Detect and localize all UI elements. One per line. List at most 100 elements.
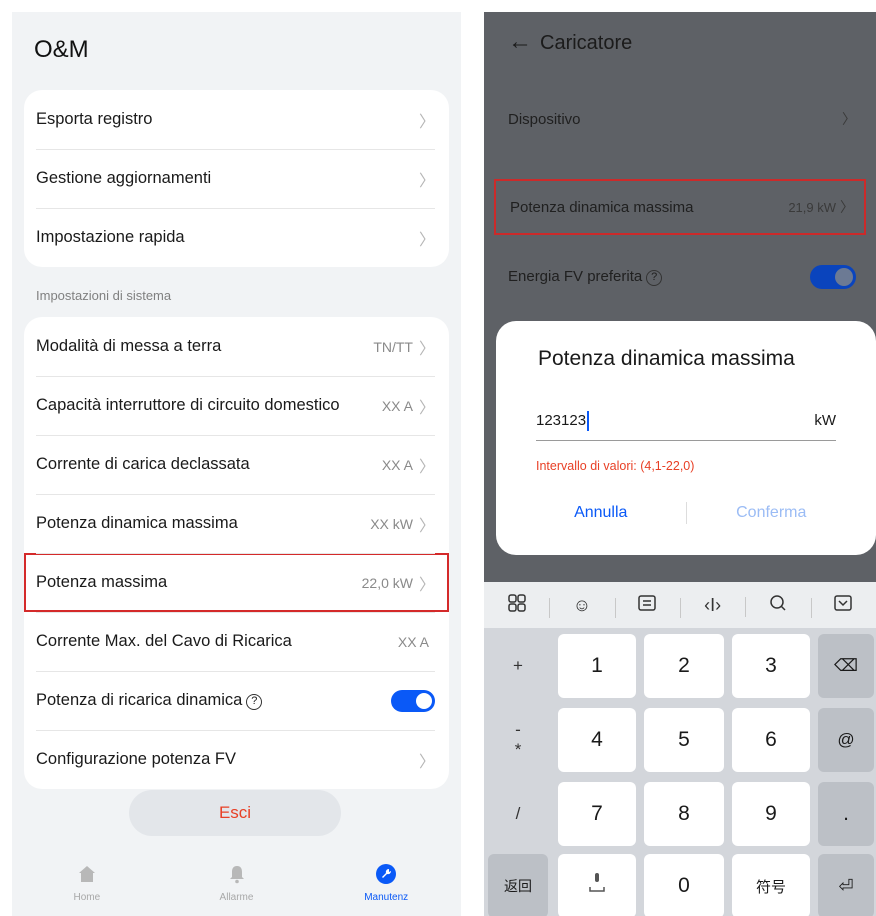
chevron-right-icon: 〉	[418, 576, 435, 594]
key-microphone[interactable]	[558, 854, 636, 916]
row-modalita-messa-a-terra[interactable]: Modalità di messa a terra TN/TT 〉	[24, 317, 449, 376]
chevron-right-icon: 〉	[842, 111, 856, 127]
preferred-pv-energy-toggle[interactable]	[810, 265, 856, 289]
row-label: Potenza dinamica massima	[36, 514, 238, 532]
key-9[interactable]: 9	[732, 782, 810, 846]
numeric-keyboard: + - * / 返回 1 2 3 4 5 6 7 8 9 0 符号 ⌫ @ . …	[484, 628, 876, 916]
key-8[interactable]: 8	[644, 782, 724, 846]
row-potenza-dinamica-massima[interactable]: Potenza dinamica massima XX kW 〉	[24, 494, 449, 553]
key-asterisk-label: *	[514, 740, 522, 759]
row-value: 22,0 kW	[361, 574, 413, 591]
emoji-icon[interactable]: ☺	[549, 595, 614, 618]
input-dialog: Potenza dinamica massima 123123 kW Inter…	[496, 321, 876, 555]
hide-keyboard-icon[interactable]	[810, 594, 876, 618]
text-caret	[587, 410, 590, 431]
dynamic-charging-toggle[interactable]	[391, 689, 435, 712]
tab-manutenzione[interactable]: Manutenz	[311, 848, 461, 916]
cancel-button[interactable]: Annulla	[516, 504, 686, 522]
dialog-title: Potenza dinamica massima	[538, 347, 795, 370]
chevron-right-icon: 〉	[840, 199, 854, 215]
key-minus-label: -	[515, 720, 521, 739]
key-slash[interactable]: /	[488, 782, 548, 846]
enter-icon[interactable]: ⏎	[818, 854, 874, 916]
key-7[interactable]: 7	[558, 782, 636, 846]
row-corrente-carica-declassata[interactable]: Corrente di carica declassata XX A 〉	[24, 435, 449, 494]
chevron-right-icon: 〉	[418, 113, 435, 131]
chevron-right-icon: 〉	[418, 458, 435, 476]
power-input[interactable]: 123123 kW	[536, 401, 836, 441]
key-4[interactable]: 4	[558, 708, 636, 772]
key-plus[interactable]: +	[488, 634, 548, 698]
caricatore-screen: ← Caricatore Dispositivo 〉 Potenza dinam…	[484, 12, 876, 916]
bell-icon	[225, 862, 249, 886]
range-hint: Intervallo di valori: (4,1-22,0)	[536, 459, 695, 473]
row-label: Potenza massima	[36, 573, 168, 591]
row-value: XX A	[381, 397, 413, 414]
key-back[interactable]: 返回	[488, 854, 548, 916]
row-configurazione-potenza-fv[interactable]: Configurazione potenza FV 〉	[24, 730, 449, 789]
row-label: Corrente di carica declassata	[36, 455, 250, 473]
row-label: Esporta registro	[36, 110, 153, 128]
tab-label: Manutenz	[364, 892, 409, 903]
row-value: XX A	[381, 456, 413, 473]
input-value: 123123	[536, 412, 587, 429]
key-1[interactable]: 1	[558, 634, 636, 698]
backspace-icon[interactable]: ⌫	[818, 634, 874, 698]
row-label: Dispositivo	[508, 110, 581, 128]
row-value: 21,9 kW	[788, 199, 836, 215]
key-6[interactable]: 6	[732, 708, 810, 772]
row-label: Gestione aggiornamenti	[36, 169, 212, 187]
general-card: Esporta registro 〉 Gestione aggiornament…	[24, 90, 449, 267]
cursor-icon[interactable]: ‹I›	[679, 595, 745, 618]
row-energia-fv-preferita: Energia FV preferita?	[494, 257, 866, 297]
key-symbols[interactable]: 符号	[732, 854, 810, 916]
key-3[interactable]: 3	[732, 634, 810, 698]
row-label: Corrente Max. del Cavo di Ricarica	[36, 632, 292, 650]
chevron-right-icon: 〉	[418, 399, 435, 417]
row-impostazione-rapida[interactable]: Impostazione rapida 〉	[24, 208, 449, 267]
key-minus-asterisk[interactable]: - *	[488, 708, 548, 772]
back-arrow-icon[interactable]: ←	[508, 28, 532, 56]
page-title: O&M	[34, 36, 89, 63]
help-icon[interactable]: ?	[646, 270, 663, 286]
chevron-right-icon: 〉	[418, 517, 435, 535]
key-0[interactable]: 0	[644, 854, 724, 916]
row-potenza-massima[interactable]: Potenza massima 22,0 kW 〉	[24, 553, 449, 612]
tab-allarme[interactable]: Allarme	[162, 848, 312, 916]
exit-button[interactable]: Esci	[129, 790, 341, 836]
microphone-icon	[587, 871, 607, 901]
row-capacita-interruttore[interactable]: Capacità interruttore di circuito domest…	[24, 376, 449, 435]
row-label: Modalità di messa a terra	[36, 337, 222, 355]
tab-label: Home	[73, 892, 101, 903]
key-2[interactable]: 2	[644, 634, 724, 698]
wrench-icon	[374, 862, 398, 886]
row-label-text: Energia FV preferita	[508, 268, 643, 285]
confirm-button[interactable]: Conferma	[687, 504, 857, 522]
row-label: Impostazione rapida	[36, 228, 185, 246]
key-at[interactable]: @	[818, 708, 874, 772]
key-5[interactable]: 5	[644, 708, 724, 772]
input-unit: kW	[814, 412, 836, 429]
search-icon[interactable]	[745, 594, 810, 617]
row-potenza-dinamica-massima[interactable]: Potenza dinamica massima 21,9 kW 〉	[494, 179, 866, 235]
row-gestione-aggiornamenti[interactable]: Gestione aggiornamenti 〉	[24, 149, 449, 208]
tab-home[interactable]: Home	[12, 848, 162, 916]
chevron-right-icon: 〉	[418, 340, 435, 358]
row-potenza-ricarica-dinamica: Potenza di ricarica dinamica?	[24, 671, 449, 730]
row-value: TN/TT	[373, 338, 413, 355]
row-label: Potenza dinamica massima	[510, 198, 694, 216]
row-label: Configurazione potenza FV	[36, 750, 236, 768]
help-icon[interactable]: ?	[246, 694, 263, 710]
chevron-right-icon: 〉	[418, 753, 435, 771]
page-title: Caricatore	[540, 32, 633, 54]
key-dot[interactable]: .	[818, 782, 874, 846]
dialog-buttons: Annulla Conferma	[516, 493, 856, 533]
grid-icon[interactable]	[484, 593, 549, 617]
home-icon	[75, 862, 99, 886]
clipboard-icon[interactable]	[614, 594, 680, 618]
row-esporta-registro[interactable]: Esporta registro 〉	[24, 90, 449, 149]
section-title: Impostazioni di sistema	[36, 288, 172, 303]
bottom-tab-bar: Home Allarme Manutenz	[12, 848, 461, 916]
chevron-right-icon: 〉	[418, 231, 435, 249]
row-dispositivo[interactable]: Dispositivo 〉	[494, 99, 866, 139]
